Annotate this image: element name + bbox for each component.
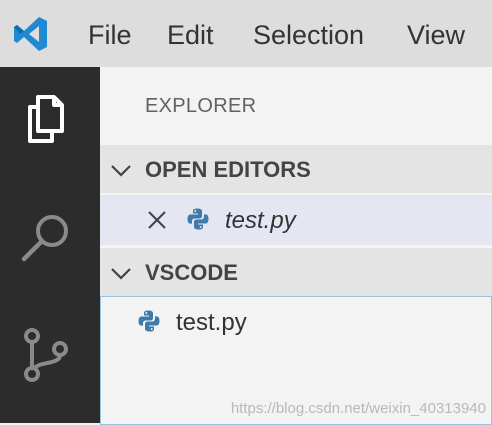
title-bar: File Edit Selection View (0, 0, 492, 67)
vscode-logo-icon (14, 17, 47, 51)
sidebar-title: EXPLORER (145, 95, 257, 117)
files-icon[interactable] (18, 87, 78, 147)
menu-view[interactable]: View (407, 18, 465, 52)
menu-edit[interactable]: Edit (167, 18, 214, 52)
tree-file-label: test.py (176, 309, 247, 336)
search-icon[interactable] (18, 207, 78, 267)
close-icon[interactable] (146, 209, 168, 231)
menu-file[interactable]: File (88, 18, 132, 52)
python-icon (138, 310, 160, 332)
source-control-icon[interactable] (18, 327, 78, 387)
vscode-folder-label: VSCODE (145, 260, 238, 285)
open-editors-header[interactable]: OPEN EDITORS (100, 145, 492, 193)
chevron-down-icon (111, 268, 131, 280)
open-editor-label: test.py (225, 207, 296, 234)
explorer-sidebar: EXPLORER OPEN EDITORS test.py VSCODE tes… (100, 67, 492, 425)
tree-file-item[interactable]: test.py (101, 297, 491, 347)
watermark: https://blog.csdn.net/weixin_40313940 (230, 400, 486, 417)
activity-bar (0, 67, 100, 423)
open-editor-item[interactable]: test.py (100, 195, 492, 245)
python-icon (187, 208, 209, 230)
menu-selection[interactable]: Selection (253, 18, 364, 52)
vscode-folder-header[interactable]: VSCODE (100, 248, 492, 296)
open-editors-label: OPEN EDITORS (145, 157, 311, 182)
chevron-down-icon (111, 165, 131, 177)
